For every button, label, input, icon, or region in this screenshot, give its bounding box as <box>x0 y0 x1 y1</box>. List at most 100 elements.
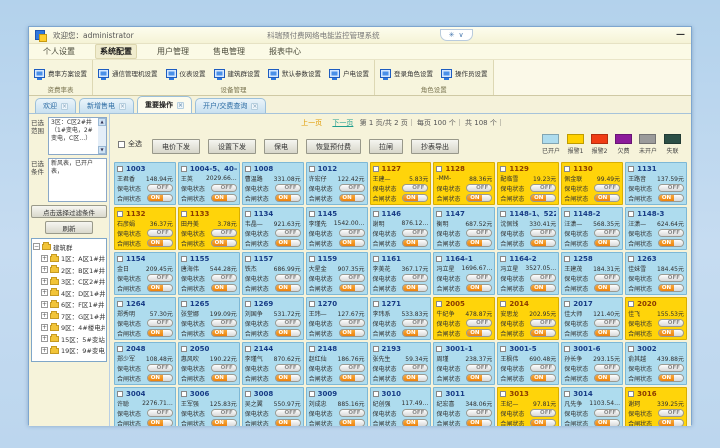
prev-page-link[interactable]: 上一页 <box>301 119 322 127</box>
supply-toggle-off[interactable]: OFF <box>530 184 556 192</box>
card-checkbox[interactable] <box>373 166 379 172</box>
supply-toggle-off[interactable]: OFF <box>339 274 365 282</box>
card-checkbox[interactable] <box>628 256 634 262</box>
meter-card[interactable]: 2193张先生59.34元保电状态OFF合闸状态ON <box>370 342 432 385</box>
action-button-6[interactable]: 抄表导出 <box>411 139 459 154</box>
supply-toggle-off[interactable]: OFF <box>466 364 492 372</box>
supply-toggle-off[interactable]: OFF <box>466 319 492 327</box>
scroll-up-icon[interactable]: ▲ <box>98 118 106 126</box>
gate-toggle-on[interactable]: ON <box>402 194 428 202</box>
close-icon[interactable]: × <box>177 102 184 109</box>
supply-toggle-off[interactable]: OFF <box>402 319 428 327</box>
supply-toggle-off[interactable]: OFF <box>211 409 237 417</box>
meter-card[interactable]: 1155唐海伟544.28元保电状态OFF合闸状态ON <box>178 252 240 295</box>
meter-card[interactable]: 1129配临雪19.23元保电状态OFF合闸状态ON <box>497 162 559 205</box>
ribbon-button-2-3[interactable]: 建筑群设置 <box>214 68 261 78</box>
supply-toggle-off[interactable]: OFF <box>530 319 556 327</box>
gate-toggle-on[interactable]: ON <box>147 329 173 337</box>
menu-item-3[interactable]: 用户管理 <box>153 45 193 58</box>
meter-card[interactable]: 1161李美花367.17元保电状态OFF合闸状态ON <box>370 252 432 295</box>
card-checkbox[interactable] <box>181 256 187 262</box>
gate-toggle-on[interactable]: ON <box>530 419 556 426</box>
filter-select-button[interactable]: 点击选择过滤条件 <box>31 205 107 218</box>
supply-toggle-off[interactable]: OFF <box>275 274 301 282</box>
card-checkbox[interactable] <box>564 391 570 397</box>
meter-card[interactable]: 1130佩金联99.49元保电状态OFF合闸状态ON <box>561 162 623 205</box>
supply-toggle-off[interactable]: OFF <box>530 229 556 237</box>
meter-card[interactable]: 1148-3汪潇—624.64元保电状态OFF合闸状态ON <box>625 207 687 250</box>
gate-toggle-on[interactable]: ON <box>466 239 492 247</box>
gate-toggle-on[interactable]: ON <box>530 239 556 247</box>
meter-card[interactable]: 3010纪创强117.49…保电状态OFF合闸状态ON <box>370 387 432 426</box>
card-checkbox[interactable] <box>436 256 442 262</box>
meter-card[interactable]: 1147衡明687.52元保电状态OFF合闸状态ON <box>433 207 495 250</box>
meter-card[interactable]: 1263佳妹雪184.45元保电状态OFF合闸状态ON <box>625 252 687 295</box>
supply-toggle-off[interactable]: OFF <box>211 229 237 237</box>
expand-icon[interactable]: + <box>41 278 48 285</box>
meter-card[interactable]: 3006王军强125.83元保电状态OFF合闸状态ON <box>178 387 240 426</box>
tab-4[interactable]: 开户/交费查询× <box>195 98 266 113</box>
card-checkbox[interactable] <box>117 346 123 352</box>
supply-toggle-off[interactable]: OFF <box>466 184 492 192</box>
gate-toggle-on[interactable]: ON <box>658 329 684 337</box>
meter-card[interactable]: 2017佳大师121.40元保电状态OFF合闸状态ON <box>561 297 623 340</box>
supply-toggle-off[interactable]: OFF <box>466 274 492 282</box>
gate-toggle-on[interactable]: ON <box>147 419 173 426</box>
supply-toggle-off[interactable]: OFF <box>594 229 620 237</box>
supply-toggle-off[interactable]: OFF <box>211 184 237 192</box>
supply-toggle-off[interactable]: OFF <box>147 274 173 282</box>
tab-1[interactable]: 欢迎× <box>35 98 76 113</box>
supply-toggle-off[interactable]: OFF <box>147 364 173 372</box>
card-checkbox[interactable] <box>564 256 570 262</box>
supply-toggle-off[interactable]: OFF <box>275 229 301 237</box>
card-checkbox[interactable] <box>373 301 379 307</box>
supply-toggle-off[interactable]: OFF <box>658 409 684 417</box>
close-icon[interactable]: × <box>251 103 258 110</box>
gate-toggle-on[interactable]: ON <box>211 329 237 337</box>
meter-card[interactable]: 1164-2冯立星3527.05…保电状态OFF合闸状态ON <box>497 252 559 295</box>
supply-toggle-off[interactable]: OFF <box>211 364 237 372</box>
gate-toggle-on[interactable]: ON <box>466 284 492 292</box>
gate-toggle-on[interactable]: ON <box>275 419 301 426</box>
meter-card[interactable]: 1264郑秀明57.30元保电状态OFF合闸状态ON <box>114 297 176 340</box>
card-checkbox[interactable] <box>500 211 506 217</box>
expand-icon[interactable]: + <box>41 255 48 262</box>
gate-toggle-on[interactable]: ON <box>275 374 301 382</box>
card-checkbox[interactable] <box>500 166 506 172</box>
supply-toggle-off[interactable]: OFF <box>339 184 365 192</box>
tree-node-2[interactable]: +2区：B区1#井/B区1# <box>33 264 105 276</box>
range-listbox[interactable]: 3区：C区2#井（1#变电，2#变电，C区…） ▲ ▼ <box>48 117 107 155</box>
supply-toggle-off[interactable]: OFF <box>402 229 428 237</box>
minimize-button[interactable]: — <box>676 30 685 40</box>
card-checkbox[interactable] <box>181 391 187 397</box>
meter-card[interactable]: 3001-1周瑾238.37元保电状态OFF合闸状态ON <box>433 342 495 385</box>
tree-node-6[interactable]: +7区：G区1#井 <box>33 310 105 322</box>
meter-card[interactable]: 1146谢明876.12…保电状态OFF合闸状态ON <box>370 207 432 250</box>
card-checkbox[interactable] <box>373 256 379 262</box>
meter-card[interactable]: 3013王纪—97.81元保电状态OFF合闸状态ON <box>497 387 559 426</box>
card-checkbox[interactable] <box>245 166 251 172</box>
supply-toggle-off[interactable]: OFF <box>275 319 301 327</box>
meter-card[interactable]: 1131王路音137.59元保电状态OFF合闸状态ON <box>625 162 687 205</box>
action-button-2[interactable]: 设置下发 <box>208 139 256 154</box>
card-checkbox[interactable] <box>500 301 506 307</box>
gate-toggle-on[interactable]: ON <box>275 329 301 337</box>
card-checkbox[interactable] <box>181 346 187 352</box>
tree-node-5[interactable]: +6区：F区1#井（F区 <box>33 299 105 311</box>
meter-card[interactable]: 2020佳飞155.53元保电状态OFF合闸状态ON <box>625 297 687 340</box>
gate-toggle-on[interactable]: ON <box>147 239 173 247</box>
supply-toggle-off[interactable]: OFF <box>339 364 365 372</box>
card-checkbox[interactable] <box>436 211 442 217</box>
card-checkbox[interactable] <box>117 166 123 172</box>
gate-toggle-on[interactable]: ON <box>275 284 301 292</box>
tree-node-4[interactable]: +4区：D区1#井（D区1 <box>33 287 105 299</box>
supply-toggle-off[interactable]: OFF <box>594 319 620 327</box>
card-checkbox[interactable] <box>500 346 506 352</box>
card-checkbox[interactable] <box>500 256 506 262</box>
supply-toggle-off[interactable]: OFF <box>339 229 365 237</box>
card-checkbox[interactable] <box>500 391 506 397</box>
chevron-down-icon[interactable]: ∨ <box>458 31 463 39</box>
meter-card[interactable]: 1134韦晶—921.63元保电状态OFF合闸状态ON <box>242 207 304 250</box>
card-checkbox[interactable] <box>628 391 634 397</box>
meter-card[interactable]: 1133田丹美3.78元保电状态OFF合闸状态ON <box>178 207 240 250</box>
